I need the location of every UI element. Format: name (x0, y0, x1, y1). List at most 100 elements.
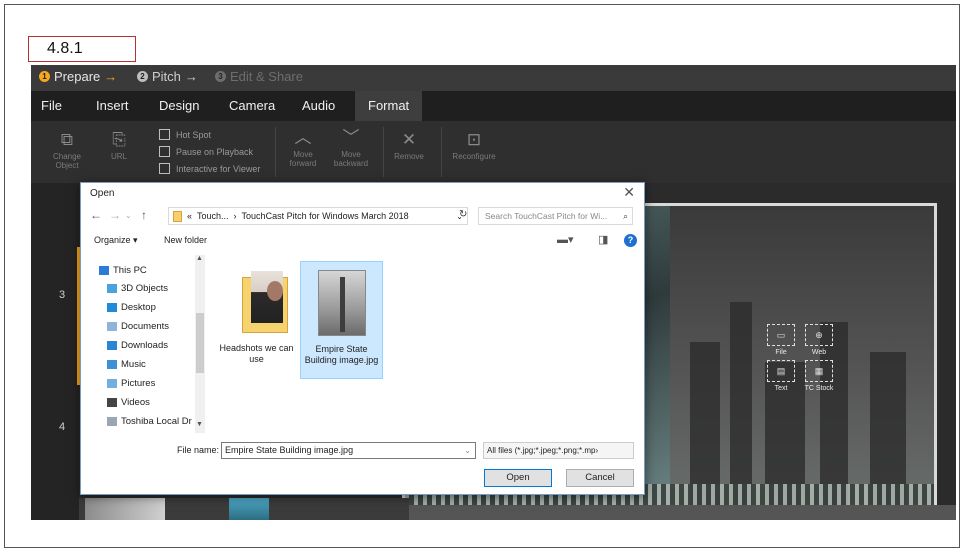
arrow-right-icon: → (104, 69, 118, 84)
nav-item-this-pc[interactable]: This PC (99, 265, 147, 276)
file-name-label: File name: (177, 445, 220, 455)
close-icon[interactable]: ✕ (623, 184, 635, 201)
scroll-down-icon[interactable]: ▼ (196, 421, 203, 428)
menu-design[interactable]: Design (159, 91, 199, 121)
address-row: ← → ⌄ ↑ « Touch... › TouchCast Pitch for… (81, 205, 644, 227)
slide-thumbnail[interactable] (229, 498, 269, 520)
folder-icon (173, 210, 182, 222)
breadcrumb-separator: › (233, 211, 237, 221)
nav-item-label: Desktop (121, 302, 156, 313)
step-edit-share[interactable]: 3 Edit & Share (215, 69, 303, 84)
pause-on-playback-checkbox[interactable]: Pause on Playback (159, 146, 253, 157)
remove-button[interactable]: ✕ Remove (391, 130, 427, 162)
step-label-text: Edit & Share (230, 69, 303, 84)
folder-item-headshots[interactable]: Headshots we can use (216, 261, 299, 379)
file-name-value: Empire State Building image.jpg (225, 445, 354, 455)
breadcrumb-item[interactable]: TouchCast Pitch for Windows March 2018 (242, 211, 409, 221)
move-backward-button[interactable]: ﹀ Move backward (331, 128, 371, 169)
checkbox-icon (159, 146, 170, 157)
chevron-down-icon[interactable]: ⌄ (125, 211, 132, 220)
nav-item-3d-objects[interactable]: 3D Objects (107, 283, 168, 294)
file-list: Headshots we can use Empire State Buildi… (205, 255, 643, 433)
checkbox-label: Pause on Playback (176, 146, 254, 157)
file-name-label: Empire State Building image.jpg (304, 344, 379, 365)
step-label: 4.8.1 (28, 36, 136, 62)
address-bar[interactable]: « Touch... › TouchCast Pitch for Windows… (168, 207, 468, 225)
ribbon-divider (383, 127, 384, 177)
move-forward-button[interactable]: ︿ Move forward (285, 128, 321, 169)
new-folder-button[interactable]: New folder (164, 235, 207, 245)
nav-item-documents[interactable]: Documents (107, 321, 169, 332)
city-background-image (670, 206, 934, 512)
remove-label: Remove (394, 152, 424, 161)
step-prepare[interactable]: 1 Prepare → (39, 69, 117, 84)
nav-item-desktop[interactable]: Desktop (107, 302, 156, 313)
back-arrow-icon[interactable]: ← (90, 208, 102, 222)
close-icon: ✕ (401, 130, 417, 149)
move-forward-label: forward (289, 159, 317, 168)
change-object-icon: ⧉ (60, 130, 74, 149)
tc-stock-pick-button[interactable]: ▦ (805, 360, 833, 382)
url-button[interactable]: ⎘ URL (105, 131, 133, 162)
menu-insert[interactable]: Insert (96, 91, 129, 121)
search-input[interactable]: Search TouchCast Pitch for Wi... ⌕ (478, 207, 633, 225)
nav-scrollbar[interactable]: ▲ ▼ (195, 255, 205, 433)
organize-button[interactable]: Organize ▾ (94, 235, 138, 246)
nav-item-label: Videos (121, 397, 150, 408)
videos-icon (107, 398, 117, 407)
file-item-empire-state[interactable]: Empire State Building image.jpg (300, 261, 383, 379)
3d-objects-icon (107, 284, 117, 293)
reconfigure-button[interactable]: ⊡ Reconfigure (449, 130, 499, 162)
change-object-label: Object (55, 161, 79, 170)
scroll-up-icon[interactable]: ▲ (196, 255, 203, 262)
menu-audio[interactable]: Audio (302, 91, 335, 121)
slide-thumbnail-strip (79, 498, 409, 520)
chevron-down-icon[interactable]: ⌄ (464, 443, 471, 458)
change-object-button[interactable]: ⧉ Change Object (49, 130, 85, 171)
file-pick-button[interactable]: ▭ (767, 324, 795, 346)
chevron-down-icon: ﹀ (342, 128, 360, 147)
file-name-input[interactable]: Empire State Building image.jpg ⌄ (221, 442, 476, 459)
step-label-text: Pitch (152, 69, 181, 84)
refresh-icon[interactable]: ↻ (459, 209, 467, 220)
up-arrow-icon[interactable]: ↑ (141, 208, 147, 222)
building-shape (730, 302, 752, 512)
interactive-for-viewer-checkbox[interactable]: Interactive for Viewer (159, 163, 260, 174)
nav-item-label: Music (121, 359, 146, 370)
reconfigure-icon: ⊡ (466, 130, 482, 149)
file-type-select[interactable]: All files (*.jpg;*.jpeg;*.png;*.mp› (483, 442, 634, 459)
forward-arrow-icon[interactable]: → (109, 208, 121, 222)
step-pitch[interactable]: 2 Pitch → (137, 69, 198, 84)
slide-thumbnail[interactable] (85, 498, 165, 520)
nav-item-toshiba-local-drive[interactable]: Toshiba Local Dr (107, 416, 192, 427)
ribbon-divider (441, 127, 442, 177)
web-pick-label: Web (811, 349, 827, 356)
help-icon[interactable]: ? (624, 234, 637, 247)
menu-format[interactable]: Format (355, 91, 423, 121)
change-object-label: Change (52, 152, 82, 161)
dialog-toolbar: Organize ▾ New folder ▬▾ ◨ ? (81, 231, 644, 251)
breadcrumb-overflow[interactable]: « (187, 211, 192, 221)
image-thumbnail-icon (318, 270, 366, 336)
view-options-icon[interactable]: ▬▾ (557, 233, 574, 246)
scrollbar-thumb[interactable] (196, 313, 204, 373)
nav-item-videos[interactable]: Videos (107, 397, 150, 408)
hot-spot-checkbox[interactable]: Hot Spot (159, 129, 211, 140)
breadcrumb-item[interactable]: Touch... (197, 211, 229, 221)
nav-item-music[interactable]: Music (107, 359, 146, 370)
cancel-button[interactable]: Cancel (566, 469, 634, 487)
web-pick-button[interactable]: ⊕ (805, 324, 833, 346)
music-icon (107, 360, 117, 369)
nav-item-downloads[interactable]: Downloads (107, 340, 168, 351)
menu-camera[interactable]: Camera (229, 91, 275, 121)
menu-file[interactable]: File (41, 91, 62, 121)
chevron-up-icon: ︿ (294, 128, 312, 147)
ribbon-divider (275, 127, 276, 177)
preview-pane-icon[interactable]: ◨ (598, 233, 608, 246)
desktop-icon (107, 303, 117, 312)
nav-item-pictures[interactable]: Pictures (107, 378, 155, 389)
documents-icon (107, 322, 117, 331)
open-file-dialog: Open ✕ ← → ⌄ ↑ « Touch... › TouchCast Pi… (80, 182, 645, 495)
open-button[interactable]: Open (484, 469, 552, 487)
text-pick-button[interactable]: ▤ (767, 360, 795, 382)
